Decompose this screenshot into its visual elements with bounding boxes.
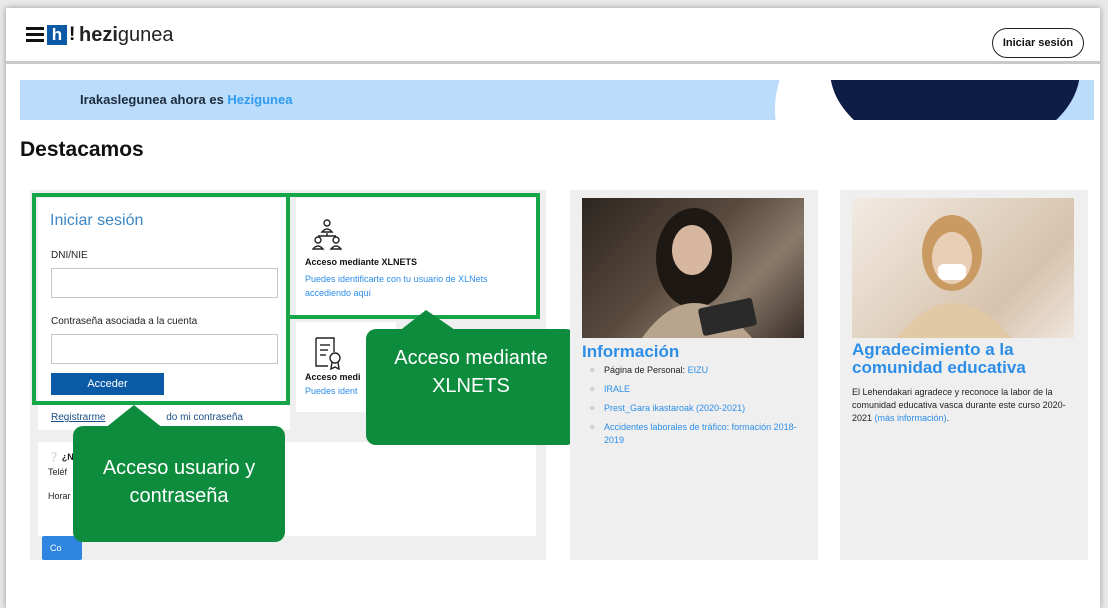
help-question: ❔ ¿N <box>48 452 74 462</box>
certificate-title: Acceso medi <box>305 372 361 382</box>
info-item: Página de Personal: EIZU <box>590 364 805 377</box>
mas-informacion-link[interactable]: (más información) <box>875 413 947 423</box>
logo-text[interactable]: hezigunea <box>79 24 174 47</box>
help-hours: Horar <box>48 491 71 501</box>
woman-tablet-illustration <box>642 208 757 338</box>
woman-mask-illustration <box>897 215 1012 338</box>
agradecimiento-body: El Lehendakari agradece y reconoce la la… <box>852 387 1066 423</box>
callout-user-password: Acceso usuario y contraseña <box>73 426 285 542</box>
announcement-banner: Irakaslegunea ahora es Hezigunea <box>20 80 1094 120</box>
certificate-icon <box>315 337 341 370</box>
login-highlight-frame <box>32 193 290 405</box>
agradecimiento-title: Agradecimiento a la comunidad educativa <box>852 340 1026 377</box>
logo-text-rest: gunea <box>117 24 174 46</box>
banner-text-main: Irakaslegunea ahora es <box>80 92 228 107</box>
logo-text-bold: hezi <box>79 24 118 46</box>
banner-accent[interactable]: Hezigunea <box>227 92 292 107</box>
help-text: ❔ ¿N Teléf Horar <box>48 452 74 501</box>
logo-icon[interactable]: h <box>47 25 67 45</box>
agradecimiento-photo <box>852 198 1074 338</box>
info-item: Prest_Gara ikastaroak (2020-2021) <box>590 402 805 415</box>
banner-text: Irakaslegunea ahora es Hezigunea <box>80 92 292 107</box>
info-item: IRALE <box>590 383 805 396</box>
info-photo <box>582 198 804 338</box>
top-bar: h ! hezigunea Iniciar sesión <box>6 8 1100 64</box>
info-link-accidentes[interactable]: Accidentes laborales de tráfico: formaci… <box>604 422 797 445</box>
banner-decoration-navy <box>830 80 1080 120</box>
info-title: Información <box>582 342 680 361</box>
info-list: Página de Personal: EIZU IRALE Prest_Gar… <box>590 364 805 453</box>
hamburger-menu-icon[interactable] <box>26 27 44 42</box>
logo-exclamation: ! <box>69 24 76 45</box>
info-item: Accidentes laborales de tráfico: formaci… <box>590 421 805 447</box>
info-link-prest-gara[interactable]: Prest_Gara ikastaroak (2020-2021) <box>604 403 745 413</box>
help-phone: Teléf <box>48 467 68 477</box>
info-link-eizu[interactable]: EIZU <box>688 365 709 375</box>
section-title: Destacamos <box>20 138 144 161</box>
forgot-password-link[interactable]: do mi contraseña <box>166 412 243 423</box>
xlnets-highlight-frame <box>286 193 540 319</box>
info-link-irale[interactable]: IRALE <box>604 384 630 394</box>
login-button[interactable]: Iniciar sesión <box>992 28 1084 58</box>
register-link[interactable]: Registrarme <box>51 412 105 423</box>
callout-xlnets: Acceso mediante XLNETS <box>366 329 576 445</box>
certificate-link[interactable]: Puedes ident <box>305 386 358 396</box>
